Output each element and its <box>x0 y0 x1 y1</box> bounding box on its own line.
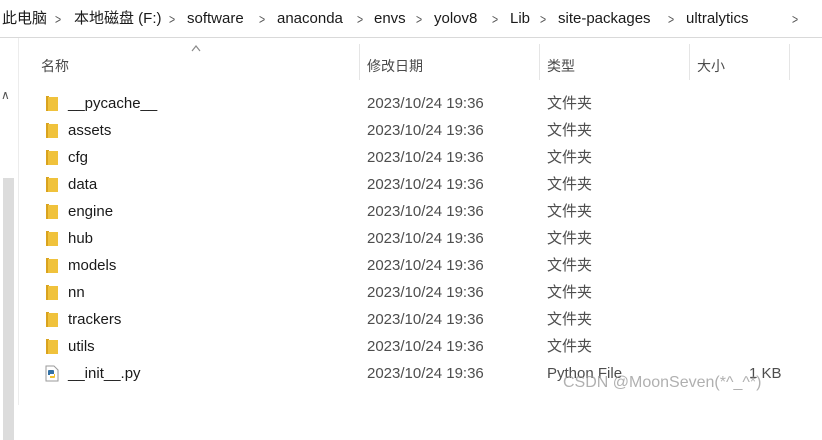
breadcrumb-anaconda[interactable]: anaconda <box>277 0 343 38</box>
file-row[interactable]: data 2023/10/24 19:36 文件夹 <box>20 171 820 198</box>
folder-icon <box>46 204 58 219</box>
breadcrumb-this-pc[interactable]: 此电脑 <box>2 0 47 38</box>
file-row[interactable]: assets 2023/10/24 19:36 文件夹 <box>20 117 820 144</box>
file-name: nn <box>68 284 85 301</box>
file-type: 文件夹 <box>547 257 593 274</box>
column-header-name[interactable]: 名称 <box>41 42 69 82</box>
column-divider[interactable] <box>539 44 540 80</box>
file-type: 文件夹 <box>547 230 593 247</box>
breadcrumb-site-packages[interactable]: site-packages <box>558 0 651 38</box>
breadcrumb-chevron-icon[interactable]: > <box>668 0 674 38</box>
file-type: 文件夹 <box>547 176 593 193</box>
breadcrumb-chevron-icon[interactable]: > <box>259 0 265 38</box>
breadcrumb-chevron-icon[interactable]: > <box>416 0 422 38</box>
breadcrumb-ultralytics[interactable]: ultralytics <box>686 0 749 38</box>
folder-icon <box>46 339 58 354</box>
folder-icon <box>46 312 58 327</box>
file-row[interactable]: cfg 2023/10/24 19:36 文件夹 <box>20 144 820 171</box>
breadcrumb-chevron-icon[interactable]: > <box>169 0 175 38</box>
folder-icon <box>46 150 58 165</box>
breadcrumb-chevron-icon[interactable]: > <box>540 0 546 38</box>
file-type: 文件夹 <box>547 311 593 328</box>
column-divider[interactable] <box>689 44 690 80</box>
file-name: data <box>68 176 98 193</box>
file-name: hub <box>68 230 94 247</box>
breadcrumb-chevron-icon[interactable]: > <box>357 0 363 38</box>
scroll-up-icon[interactable]: ∧ <box>1 88 10 102</box>
file-modified-date: 2023/10/24 19:36 <box>367 203 484 220</box>
file-row[interactable]: __pycache__ 2023/10/24 19:36 文件夹 <box>20 90 820 117</box>
file-row[interactable]: utils 2023/10/24 19:36 文件夹 <box>20 333 820 360</box>
breadcrumb-chevron-icon[interactable]: > <box>792 0 798 38</box>
folder-icon <box>46 285 58 300</box>
file-modified-date: 2023/10/24 19:36 <box>367 338 484 355</box>
breadcrumb-chevron-icon[interactable]: > <box>55 0 61 38</box>
file-row[interactable]: nn 2023/10/24 19:36 文件夹 <box>20 279 820 306</box>
file-name: engine <box>68 203 114 220</box>
folder-icon <box>46 177 58 192</box>
file-row[interactable]: hub 2023/10/24 19:36 文件夹 <box>20 225 820 252</box>
column-divider[interactable] <box>359 44 360 80</box>
file-modified-date: 2023/10/24 19:36 <box>367 311 484 328</box>
column-header-size[interactable]: 大小 <box>697 42 725 82</box>
file-name: assets <box>68 122 112 139</box>
folder-icon <box>46 123 58 138</box>
file-modified-date: 2023/10/24 19:36 <box>367 284 484 301</box>
file-modified-date: 2023/10/24 19:36 <box>367 95 484 112</box>
file-type: 文件夹 <box>547 203 593 220</box>
breadcrumb-chevron-icon[interactable]: > <box>492 0 498 38</box>
file-name: utils <box>68 338 95 355</box>
breadcrumb-software[interactable]: software <box>187 0 244 38</box>
file-row[interactable]: engine 2023/10/24 19:36 文件夹 <box>20 198 820 225</box>
nav-scrollbar-thumb[interactable] <box>3 178 14 440</box>
file-name: models <box>68 257 117 274</box>
folder-icon <box>46 231 58 246</box>
column-header-type[interactable]: 类型 <box>547 42 575 82</box>
file-modified-date: 2023/10/24 19:36 <box>367 176 484 193</box>
folder-icon <box>46 96 58 111</box>
file-type: 文件夹 <box>547 95 593 112</box>
watermark: CSDN @MoonSeven(*^_^*) <box>563 374 762 391</box>
file-type: 文件夹 <box>547 284 593 301</box>
breadcrumb-drive[interactable]: 本地磁盘 (F:) <box>74 0 162 38</box>
file-name: __pycache__ <box>68 95 158 112</box>
python-file-icon <box>45 365 59 382</box>
file-name: trackers <box>68 311 122 328</box>
folder-icon <box>46 258 58 273</box>
file-name: cfg <box>68 149 89 166</box>
file-modified-date: 2023/10/24 19:36 <box>367 122 484 139</box>
file-modified-date: 2023/10/24 19:36 <box>367 230 484 247</box>
column-divider[interactable] <box>789 44 790 80</box>
file-modified-date: 2023/10/24 19:36 <box>367 365 484 382</box>
navigation-pane: ∧ <box>0 38 19 440</box>
file-type: 文件夹 <box>547 122 593 139</box>
breadcrumb-yolov8[interactable]: yolov8 <box>434 0 477 38</box>
file-type: 文件夹 <box>547 149 593 166</box>
breadcrumb-envs[interactable]: envs <box>374 0 406 38</box>
file-modified-date: 2023/10/24 19:36 <box>367 257 484 274</box>
breadcrumb-lib[interactable]: Lib <box>510 0 530 38</box>
address-bar[interactable]: 此电脑 > 本地磁盘 (F:) > software > anaconda > … <box>0 0 822 38</box>
file-modified-date: 2023/10/24 19:36 <box>367 149 484 166</box>
file-row[interactable]: trackers 2023/10/24 19:36 文件夹 <box>20 306 820 333</box>
file-type: 文件夹 <box>547 338 593 355</box>
column-header-date[interactable]: 修改日期 <box>367 42 423 82</box>
sort-ascending-icon <box>191 45 201 52</box>
file-row[interactable]: models 2023/10/24 19:36 文件夹 <box>20 252 820 279</box>
file-name: __init__.py <box>68 365 141 382</box>
